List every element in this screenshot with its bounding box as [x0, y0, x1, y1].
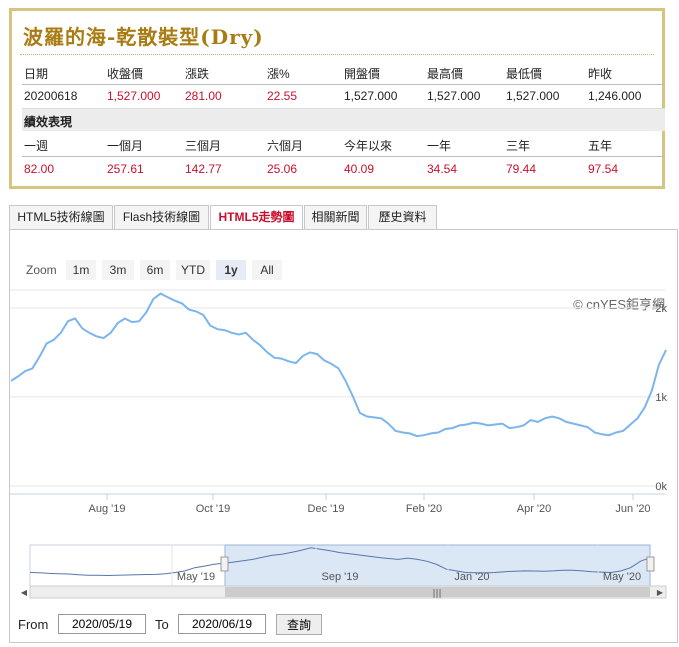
quote-value-row: 20200618 1,527.000 281.00 22.55 1,527.00…	[22, 85, 665, 109]
performance-header-cell: 一週	[24, 139, 49, 153]
performance-value-cell: 257.61	[107, 162, 144, 176]
performance-value-cell: 79.44	[506, 162, 537, 176]
performance-header-cell: 一個月	[107, 139, 144, 153]
tab-history[interactable]: 歷史資料	[368, 205, 437, 229]
performance-header-cell: 今年以來	[344, 139, 393, 153]
performance-header-row: 一週 一個月 三個月 六個月 今年以來 一年 三年 五年	[22, 133, 665, 157]
quote-date: 20200618	[24, 89, 78, 103]
quote-header-cell: 開盤價	[344, 67, 381, 81]
performance-header-cell: 五年	[588, 139, 613, 153]
performance-value-cell: 97.54	[588, 162, 619, 176]
performance-label: 績效表現	[24, 115, 73, 129]
to-date-input[interactable]	[178, 614, 266, 634]
performance-value-cell: 34.54	[427, 162, 458, 176]
fund-title: 波羅的海-乾散裝型(Dry)	[23, 25, 264, 49]
quote-header-cell: 昨收	[588, 67, 613, 81]
quote-open: 1,527.000	[344, 89, 398, 103]
scroll-right-arrow-icon[interactable]: ▶	[657, 588, 664, 597]
performance-value-cell: 142.77	[185, 162, 222, 176]
performance-header-cell: 三個月	[185, 139, 222, 153]
quote-low: 1,527.000	[506, 89, 560, 103]
fund-quote-panel: 波羅的海-乾散裝型(Dry) 日期 收盤價 漲跌 漲% 開盤價 最高價 最低價 …	[9, 8, 665, 189]
quote-change-percent: 22.55	[267, 89, 298, 103]
quote-close: 1,527.000	[107, 89, 161, 103]
navigator-right-handle[interactable]	[646, 556, 655, 572]
navigator-x-tick-label: May '20	[603, 571, 641, 583]
quote-header-cell: 漲%	[267, 67, 290, 81]
tab-related-news[interactable]: 相關新聞	[304, 205, 367, 229]
quote-header-cell: 漲跌	[185, 67, 210, 81]
quote-header-cell: 收盤價	[107, 67, 144, 81]
performance-header-cell: 一年	[427, 139, 452, 153]
quote-high: 1,527.000	[427, 89, 481, 103]
quote-prev-close: 1,246.000	[588, 89, 642, 103]
scroll-left-arrow-icon[interactable]: ◀	[21, 588, 28, 597]
performance-section-header: 績效表現	[22, 109, 665, 131]
scrollbar-grip-icon: |||	[432, 589, 441, 599]
from-date-input[interactable]	[58, 614, 146, 634]
performance-value-cell: 82.00	[24, 162, 55, 176]
tab-flash-technical[interactable]: Flash技術線圖	[114, 205, 209, 229]
navigator-left-handle[interactable]	[220, 556, 229, 572]
performance-value-row: 82.00 257.61 142.77 25.06 40.09 34.54 79…	[22, 158, 665, 181]
trend-chart-panel: Zoom 1m 3m 6m YTD 1y All © cnYES鉅亨網 Aug …	[9, 229, 678, 643]
title-divider	[20, 54, 654, 55]
tab-html5-technical[interactable]: HTML5技術線圖	[9, 205, 113, 229]
performance-value-cell: 40.09	[344, 162, 375, 176]
quote-change: 281.00	[185, 89, 222, 103]
quote-header-row: 日期 收盤價 漲跌 漲% 開盤價 最高價 最低價 昨收	[22, 61, 665, 85]
navigator[interactable]: May '19 Sep '19 Jan '20 May '20 ||| ◀ ▶	[10, 230, 677, 610]
quote-header-cell: 最高價	[427, 67, 464, 81]
performance-value-cell: 25.06	[267, 162, 298, 176]
query-button[interactable]: 查詢	[276, 614, 322, 635]
from-label: From	[18, 617, 49, 632]
quote-header-cell: 最低價	[506, 67, 543, 81]
navigator-x-tick-label: May '19	[177, 571, 215, 583]
performance-header-cell: 三年	[506, 139, 531, 153]
to-label: To	[155, 617, 169, 632]
tab-html5-trend[interactable]: HTML5走勢圖	[210, 205, 303, 231]
quote-header-cell: 日期	[24, 67, 49, 81]
navigator-x-tick-label: Jan '20	[454, 571, 489, 583]
performance-header-cell: 六個月	[267, 139, 304, 153]
navigator-x-tick-label: Sep '19	[322, 571, 359, 583]
